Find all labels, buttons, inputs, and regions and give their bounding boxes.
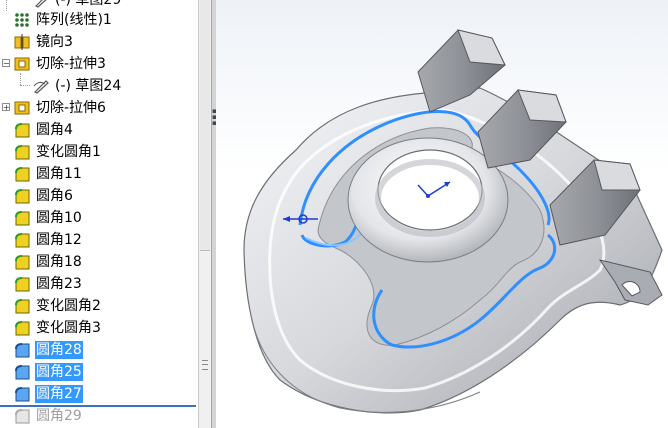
fillet-icon: [15, 343, 30, 358]
expand-icon[interactable]: +: [2, 103, 10, 112]
tree-item-mirror3[interactable]: 镜向3: [0, 31, 198, 53]
tree-item-label: 圆角11: [36, 166, 82, 182]
variable-fillet-icon: [15, 321, 30, 336]
fillet-icon: [15, 189, 30, 204]
fillet-icon: [15, 277, 30, 292]
sketch-icon: [33, 80, 49, 94]
tree-item-linear-pattern1[interactable]: 阵列(线性)1: [0, 9, 198, 31]
tree-item-variable-fillet3[interactable]: 变化圆角3: [0, 317, 198, 339]
fillet-icon: [15, 255, 30, 270]
fillet-icon: [15, 409, 30, 424]
tree-item-fillet18[interactable]: 圆角18: [0, 251, 198, 273]
tree-item-label: 圆角6: [36, 188, 73, 204]
tree-item-fillet11[interactable]: 圆角11: [0, 163, 198, 185]
tree-item-variable-fillet1[interactable]: 变化圆角1: [0, 141, 198, 163]
tree-item-label: (-) 草图24: [55, 78, 122, 94]
mirror-icon: [14, 34, 30, 50]
extruded-cut-icon: [14, 101, 30, 115]
tree-item-label: 切除-拉伸3: [36, 56, 106, 72]
fillet-icon: [15, 365, 30, 380]
tree-item-label: (-) 草图29: [55, 0, 122, 8]
tree-item-label: 圆角12: [36, 232, 82, 248]
fillet-icon: [15, 233, 30, 248]
tree-item-label: 圆角23: [36, 276, 82, 292]
tree-item-label: 变化圆角2: [36, 298, 101, 314]
tree-item-fillet6[interactable]: 圆角6: [0, 185, 198, 207]
tree-item-label: 圆角29: [36, 408, 82, 424]
variable-fillet-icon: [15, 299, 30, 314]
tree-item-label: 圆角18: [36, 254, 82, 270]
fillet-icon: [15, 123, 30, 138]
part-model[interactable]: [216, 0, 668, 428]
scrollbar-grip-icon: [202, 360, 208, 370]
tree-item-label: 阵列(线性)1: [36, 12, 112, 28]
tree-item-label: 变化圆角3: [36, 320, 101, 336]
tree-item-fillet25[interactable]: 圆角25: [0, 361, 198, 383]
tree-item-label: 圆角4: [36, 122, 73, 138]
tree-item-label: 变化圆角1: [36, 144, 101, 160]
linear-pattern-icon: [15, 13, 29, 27]
tree-item-label: 圆角25: [35, 363, 83, 381]
tree-item-sketch24[interactable]: (-) 草图24: [0, 73, 198, 97]
tree-item-label: 圆角28: [35, 341, 83, 359]
tree-item-label: 切除-拉伸6: [36, 100, 106, 116]
tree-item-label: 圆角10: [36, 210, 82, 226]
tree-item-cut-extrude3[interactable]: − 切除-拉伸3: [0, 53, 198, 75]
tree-item-label: 镜向3: [36, 34, 73, 50]
tree-item-fillet27[interactable]: 圆角27: [0, 383, 198, 405]
collapse-icon[interactable]: −: [2, 59, 10, 68]
tree-item-fillet28[interactable]: 圆角28: [0, 339, 198, 361]
tree-item-cut-extrude6[interactable]: + 切除-拉伸6: [0, 97, 198, 119]
fillet-icon: [15, 167, 30, 182]
tree-item-variable-fillet2[interactable]: 变化圆角2: [0, 295, 198, 317]
feature-manager-tree[interactable]: (-) 草图29 阵列(线性)1 镜向3 − 切除-拉伸3 (-) 草图24 +: [0, 0, 198, 428]
tree-item-fillet23[interactable]: 圆角23: [0, 273, 198, 295]
variable-fillet-icon: [15, 145, 30, 160]
scrollbar-thumb[interactable]: [200, 0, 210, 251]
tree-item-fillet12[interactable]: 圆角12: [0, 229, 198, 251]
tree-item-label: 圆角27: [35, 385, 83, 403]
tree-scrollbar[interactable]: [198, 0, 212, 428]
tree-item-fillet4[interactable]: 圆角4: [0, 119, 198, 141]
graphics-viewport[interactable]: [216, 0, 668, 428]
tree-item-fillet10[interactable]: 圆角10: [0, 207, 198, 229]
tree-item-fillet29[interactable]: 圆角29: [0, 405, 198, 427]
fillet-icon: [15, 211, 30, 226]
sketch-icon: [34, 0, 47, 8]
extruded-cut-icon: [14, 57, 30, 71]
fillet-icon: [15, 387, 30, 402]
